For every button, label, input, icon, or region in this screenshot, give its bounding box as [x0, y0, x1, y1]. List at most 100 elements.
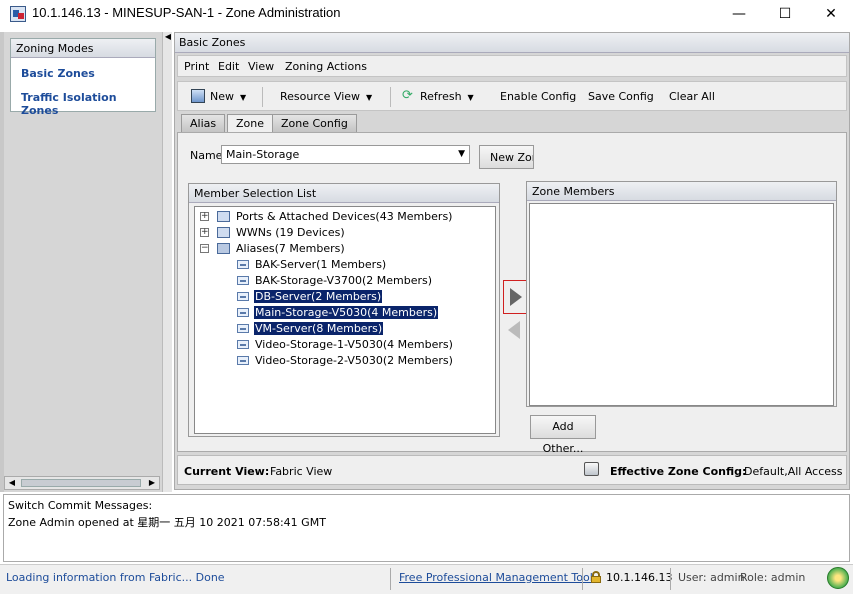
menu-bar: Print Edit View Zoning Actions	[177, 55, 847, 77]
alias-label: VM-Server(8 Members)	[254, 322, 384, 335]
alias-label: Video-Storage-1-V5030(4 Members)	[255, 338, 453, 351]
current-view-label: Current View:	[184, 465, 270, 478]
toolbar: New ▼ Resource View ▼ ⟳ Refresh ▼ Enable Co…	[177, 81, 847, 111]
status-separator	[670, 568, 671, 590]
current-view-value: Fabric View	[270, 465, 333, 478]
dropdown-arrow-icon: ▼	[240, 93, 247, 102]
zoning-modes-box: Zoning Modes Basic Zones Traffic Isolati…	[10, 38, 156, 117]
alias-icon	[237, 340, 249, 349]
collapse-left-arrow-icon[interactable]: ◀	[163, 32, 173, 44]
collapse-icon[interactable]: −	[200, 244, 209, 253]
minimize-button[interactable]: —	[716, 0, 762, 28]
zone-members-panel: Zone Members	[526, 181, 837, 407]
effective-zone-config-value: Default,All Access	[744, 465, 843, 478]
left-horizontal-scrollbar[interactable]: ◀ ▶	[4, 476, 160, 490]
basic-zones-header: Basic Zones	[175, 33, 849, 53]
scroll-left-arrow-icon[interactable]: ◀	[5, 477, 19, 489]
wwn-icon	[217, 227, 230, 238]
alias-folder-icon	[217, 243, 230, 254]
enable-config-button[interactable]: Enable Config	[500, 90, 576, 103]
role-status: Role: admin	[740, 571, 806, 584]
free-management-tool-link[interactable]: Free Professional Management Tool	[399, 571, 593, 584]
tree-label: Ports & Attached Devices(43 Members)	[236, 210, 453, 223]
basic-zones-panel: Basic Zones Print Edit View Zoning Actio…	[174, 32, 850, 490]
ports-icon	[217, 211, 230, 222]
menu-edit[interactable]: Edit	[218, 60, 239, 73]
mode-basic-zones-link[interactable]: Basic Zones	[21, 67, 95, 80]
member-selection-list: Member Selection List + Ports & Attached…	[188, 183, 500, 437]
maximize-button[interactable]: ☐	[762, 0, 808, 28]
tree-label: Aliases(7 Members)	[236, 242, 345, 255]
expand-icon[interactable]: +	[200, 212, 209, 221]
title-bar: 10.1.146.13 - MINESUP-SAN-1 - Zone Admin…	[0, 0, 853, 28]
expand-icon[interactable]: +	[200, 228, 209, 237]
lock-icon	[591, 571, 601, 583]
zone-tab-content: Name Main-Storage ▼ New Zone Member Sele…	[177, 132, 847, 455]
alias-icon	[237, 276, 249, 285]
arrow-right-icon	[510, 288, 522, 306]
tab-zone-config[interactable]: Zone Config	[272, 114, 357, 132]
effective-zone-config-label: Effective Zone Config:	[610, 465, 747, 478]
view-status-strip: Current View: Fabric View Effective Zone…	[177, 455, 847, 485]
member-selection-header: Member Selection List	[189, 184, 499, 203]
alias-icon	[237, 324, 249, 333]
tab-zone[interactable]: Zone	[227, 114, 274, 133]
zone-members-list[interactable]	[529, 203, 834, 406]
status-separator	[582, 568, 583, 590]
refresh-button[interactable]: Refresh ▼	[420, 90, 474, 103]
status-separator	[390, 568, 391, 590]
switch-commit-messages: Switch Commit Messages: Zone Admin opene…	[3, 494, 850, 562]
alias-label: Video-Storage-2-V5030(2 Members)	[255, 354, 453, 367]
zone-name-value: Main-Storage	[226, 148, 300, 161]
scroll-right-arrow-icon[interactable]: ▶	[145, 477, 159, 489]
alias-label: Main-Storage-V5030(4 Members)	[254, 306, 439, 319]
close-button[interactable]: ✕	[808, 0, 853, 28]
loading-status: Loading information from Fabric... Done	[6, 571, 225, 584]
new-zone-icon	[191, 89, 205, 103]
clear-all-button[interactable]: Clear All	[669, 90, 715, 103]
menu-zoning-actions[interactable]: Zoning Actions	[285, 60, 367, 73]
member-tree: + Ports & Attached Devices(43 Members) +…	[194, 206, 496, 434]
new-button[interactable]: New ▼	[210, 90, 246, 103]
sync-status-icon	[827, 567, 849, 589]
add-other-button[interactable]: Add Other...	[530, 415, 596, 455]
user-status: User: admin	[678, 571, 745, 584]
alias-label: DB-Server(2 Members)	[254, 290, 383, 303]
toolbar-separator	[262, 87, 263, 107]
resource-view-button[interactable]: Resource View ▼	[280, 90, 372, 103]
alias-label: BAK-Server(1 Members)	[255, 258, 387, 271]
dropdown-arrow-icon: ▼	[366, 93, 373, 102]
tree-label: WWNs (19 Devices)	[236, 226, 345, 239]
refresh-label: Refresh	[420, 90, 462, 103]
status-bar: Loading information from Fabric... Done …	[0, 564, 853, 594]
tab-alias[interactable]: Alias	[181, 114, 226, 132]
alias-icon	[237, 260, 249, 269]
refresh-icon: ⟳	[402, 88, 413, 103]
printer-icon[interactable]	[584, 462, 599, 476]
save-config-button[interactable]: Save Config	[588, 90, 654, 103]
chevron-down-icon[interactable]: ▼	[458, 149, 465, 159]
dropdown-arrow-icon: ▼	[467, 93, 474, 102]
toolbar-separator	[390, 87, 391, 107]
switch-ip: 10.1.146.13	[606, 571, 673, 584]
mode-traffic-isolation-zones-link[interactable]: Traffic Isolation Zones	[21, 91, 155, 117]
scrollbar-thumb[interactable]	[21, 479, 141, 487]
new-button-label: New	[210, 90, 234, 103]
new-zone-button[interactable]: New Zone	[479, 145, 534, 169]
alias-icon	[237, 308, 249, 317]
menu-print[interactable]: Print	[184, 60, 209, 73]
panel-splitter[interactable]: ◀	[162, 32, 172, 492]
remove-from-zone-button[interactable]	[506, 318, 526, 342]
menu-view[interactable]: View	[248, 60, 274, 73]
messages-label: Switch Commit Messages:	[8, 499, 153, 512]
window-title: 10.1.146.13 - MINESUP-SAN-1 - Zone Admin…	[32, 5, 341, 20]
zone-members-header: Zone Members	[527, 182, 836, 201]
lock-body	[591, 576, 601, 583]
zone-name-select[interactable]: Main-Storage ▼	[221, 145, 470, 164]
resource-view-label: Resource View	[280, 90, 361, 103]
message-line: Zone Admin opened at 星期一 五月 10 2021 07:5…	[8, 516, 326, 529]
alias-label: BAK-Storage-V3700(2 Members)	[255, 274, 433, 287]
zoning-modes-header: Zoning Modes	[11, 39, 155, 58]
alias-icon	[237, 356, 249, 365]
app-icon	[10, 6, 26, 22]
